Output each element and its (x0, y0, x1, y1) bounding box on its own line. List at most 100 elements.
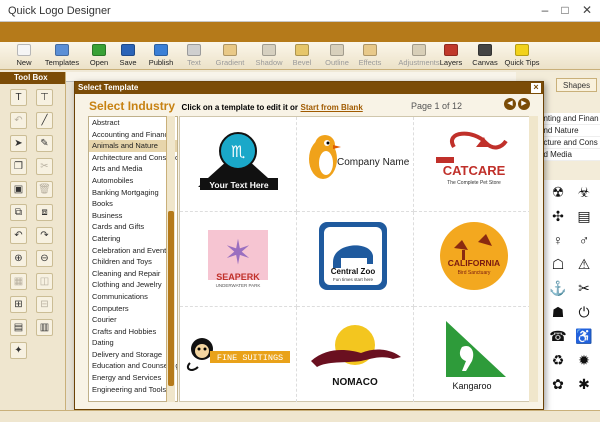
shadow-button[interactable]: Shadow (254, 44, 284, 70)
industry-item[interactable]: Delivery and Storage (89, 349, 177, 361)
radiation-shape-icon[interactable]: ☢ (548, 182, 568, 202)
industry-item[interactable]: Engineering and Tools (89, 384, 177, 396)
template-seaperk[interactable]: ✶ SEAPERK UNDERWATER PARK (180, 212, 297, 307)
industry-item[interactable]: Celebration and Events (89, 245, 177, 257)
effects-button[interactable]: Effects (356, 44, 384, 70)
industry-list-scrollbar[interactable] (166, 116, 175, 402)
delete-icon[interactable]: 🗑 (36, 181, 53, 198)
female-symbol-icon[interactable]: ♀ (548, 230, 568, 250)
open-button[interactable]: Open (88, 44, 110, 70)
publish-button[interactable]: Publish (146, 44, 176, 70)
close-window-button[interactable]: ✕ (578, 2, 596, 18)
industry-item[interactable]: Architecture and Construction (89, 152, 177, 164)
pen-tool-icon[interactable]: ✎ (36, 135, 53, 152)
industry-item[interactable]: Abstract (89, 117, 177, 129)
power-shape-icon[interactable]: ⏻ (574, 302, 594, 322)
outline-button[interactable]: Outline (322, 44, 352, 70)
next-page-button[interactable]: ▶ (518, 98, 530, 110)
industry-item[interactable]: Clothing and Jewelry (89, 279, 177, 291)
template-catcare[interactable]: CATCARE The Complete Pet Store (414, 117, 531, 212)
template-company[interactable]: Company Name (297, 117, 414, 212)
industry-item[interactable]: Banking Mortgaging (89, 187, 177, 199)
star-shape-icon[interactable]: ✱ (574, 374, 594, 394)
tab-shapes[interactable]: Shapes (556, 78, 598, 92)
prev-page-button[interactable]: ◀ (504, 98, 516, 110)
ungroup-icon[interactable]: ⊟ (36, 296, 53, 313)
bus-shape-icon[interactable]: ▤ (574, 206, 594, 226)
industry-item[interactable]: Courier (89, 314, 177, 326)
gradient-button[interactable]: Gradient (214, 44, 246, 70)
warning-sign-icon[interactable]: ⚠ (574, 254, 594, 274)
industry-item[interactable]: Education and Counseling (89, 360, 177, 372)
recycle-shape-icon[interactable]: ♻ (548, 350, 568, 370)
industry-item[interactable]: Communications (89, 291, 177, 303)
duplicate-icon[interactable]: ⧉ (10, 204, 27, 221)
industry-item[interactable]: Cleaning and Repair (89, 268, 177, 280)
list-item[interactable]: and Nature (536, 125, 600, 137)
fit-icon[interactable]: ▤ (10, 319, 27, 336)
template-kangaroo[interactable]: Kangaroo (414, 307, 531, 402)
list-item[interactable]: ecture and Cons (536, 137, 600, 149)
new-button[interactable]: New (14, 44, 34, 70)
template-nomaco[interactable]: NOMACO (297, 307, 414, 402)
scrollbar-thumb[interactable] (168, 211, 174, 386)
text-tool-icon[interactable]: T (10, 89, 27, 106)
template-california[interactable]: CALIFORNIA Bird Sanctuary (414, 212, 531, 307)
canvas-button[interactable]: Canvas (472, 44, 498, 70)
maximize-button[interactable]: □ (556, 2, 574, 18)
line-tool-icon[interactable]: ╱ (36, 112, 53, 129)
align-icon[interactable]: ◫ (36, 273, 53, 290)
biohazard-shape-icon[interactable]: ☣ (574, 182, 594, 202)
dialog-close-button[interactable]: × (531, 83, 541, 93)
start-from-blank-link[interactable]: Start from Blank (301, 103, 363, 112)
rotate-left-icon[interactable]: ↶ (10, 227, 27, 244)
cut-icon[interactable]: ✂ (36, 158, 53, 175)
properties-icon[interactable]: ▥ (36, 319, 53, 336)
walk-shape-icon[interactable]: ☗ (548, 302, 568, 322)
industry-item[interactable]: Accounting and Finance (89, 129, 177, 141)
zoom-in-icon[interactable]: ⊕ (10, 250, 27, 267)
template-grid-scrollbar[interactable] (529, 116, 538, 402)
industry-item[interactable]: Business (89, 210, 177, 222)
copy-icon[interactable]: ❐ (10, 158, 27, 175)
template-centralzoo[interactable]: Central Zoo Fun times start here (297, 212, 414, 307)
tools-shape-icon[interactable]: ✂ (574, 278, 594, 298)
rotate-right-icon[interactable]: ↷ (36, 227, 53, 244)
group-icon[interactable]: ⊞ (10, 296, 27, 313)
quick-tips-button[interactable]: Quick Tips (504, 44, 540, 70)
undo-icon[interactable]: ↶ (10, 112, 27, 129)
industry-item[interactable]: Dating (89, 337, 177, 349)
minimize-button[interactable]: – (536, 2, 554, 18)
list-item[interactable]: nd Media (536, 149, 600, 161)
save-button[interactable]: Save (118, 44, 138, 70)
color-picker-icon[interactable]: ✦ (10, 342, 27, 359)
templates-button[interactable]: Templates (44, 44, 80, 70)
male-symbol-icon[interactable]: ♂ (574, 230, 594, 250)
industry-item[interactable]: Arts and Media (89, 163, 177, 175)
zoom-out-icon[interactable]: ⊖ (36, 250, 53, 267)
text-button[interactable]: Text (184, 44, 204, 70)
industry-item[interactable]: Children and Toys (89, 256, 177, 268)
person-shape-icon[interactable]: ☖ (548, 254, 568, 274)
industry-item[interactable]: Energy and Services (89, 372, 177, 384)
industry-item[interactable]: Animals and Nature (89, 140, 177, 152)
template-finesuitings[interactable]: FINE SUITINGS (180, 307, 297, 402)
industry-item[interactable]: Catering (89, 233, 177, 245)
industry-item[interactable]: Computers (89, 303, 177, 315)
industry-item[interactable]: Books (89, 198, 177, 210)
industry-item[interactable]: Automobiles (89, 175, 177, 187)
layers-button[interactable]: Layers (438, 44, 464, 70)
wheelchair-shape-icon[interactable]: ♿ (574, 326, 594, 346)
fire-shape-icon[interactable]: ✹ (574, 350, 594, 370)
select-arrow-icon[interactable]: ➤ (10, 135, 27, 152)
industry-item[interactable]: Cards and Gifts (89, 221, 177, 233)
template-scorpion[interactable]: ♏ Your Text Here (180, 117, 297, 212)
industry-item[interactable]: Crafts and Hobbies (89, 326, 177, 338)
paste-icon[interactable]: ▣ (10, 181, 27, 198)
bevel-button[interactable]: Bevel (292, 44, 312, 70)
list-item[interactable]: unting and Finan (536, 113, 600, 125)
puzzle-shape-icon[interactable]: ✣ (548, 206, 568, 226)
flower-shape-icon[interactable]: ✿ (548, 374, 568, 394)
adjustments-button[interactable]: Adjustments (396, 44, 442, 70)
arrange-icon[interactable]: ⧈ (36, 204, 53, 221)
